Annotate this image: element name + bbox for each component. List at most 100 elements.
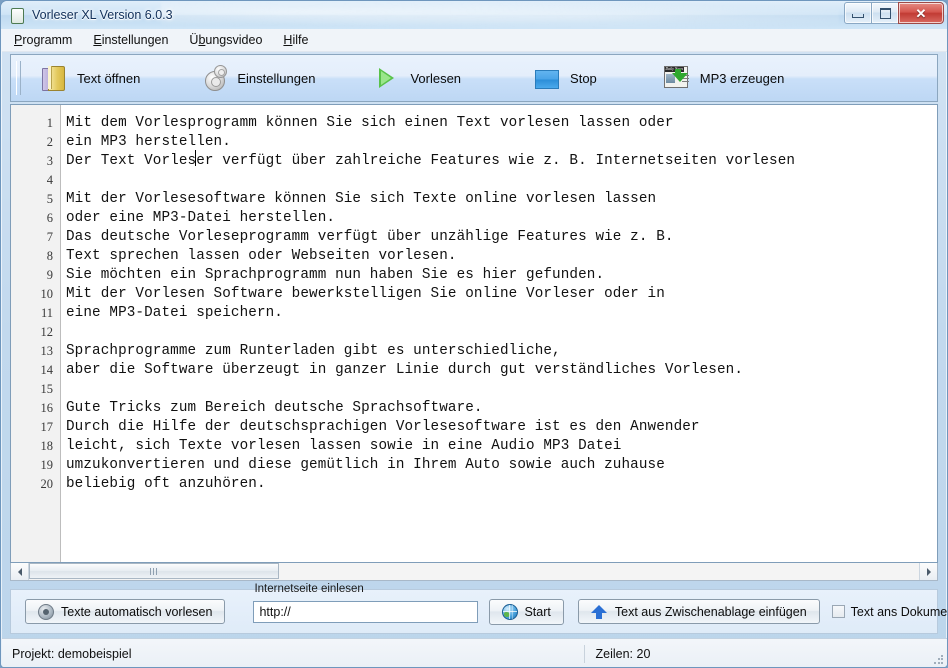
play-icon — [373, 64, 401, 92]
window-controls: ✕ — [845, 2, 944, 24]
line-number: 13 — [11, 342, 60, 361]
text-line[interactable] — [66, 171, 937, 190]
menu-item-einstellungen[interactable]: Einstellungen — [84, 31, 177, 50]
minimize-button[interactable] — [844, 2, 872, 24]
line-number: 9 — [11, 266, 60, 285]
text-line[interactable]: leicht, sich Texte vorlesen lassen sowie… — [66, 437, 937, 456]
line-number: 4 — [11, 171, 60, 190]
toolbar-label: Text öffnen — [77, 71, 140, 86]
scroll-left-button[interactable] — [11, 563, 29, 580]
line-number: 3 — [11, 152, 60, 171]
line-number: 16 — [11, 399, 60, 418]
text-line[interactable]: Mit der Vorlesesoftware können Sie sich … — [66, 190, 937, 209]
scroll-right-button[interactable] — [919, 563, 937, 580]
scrollbar-thumb[interactable] — [29, 563, 279, 579]
text-line[interactable] — [66, 380, 937, 399]
resize-grip-icon[interactable] — [933, 654, 944, 665]
append-to-document-label: Text ans Dokument anhängen — [851, 605, 948, 619]
status-project: Projekt: demobeispiel — [12, 647, 132, 661]
close-icon: ✕ — [916, 7, 927, 20]
line-number: 2 — [11, 133, 60, 152]
text-caret — [195, 150, 196, 166]
url-input[interactable]: http:// — [253, 601, 478, 623]
line-number: 12 — [11, 323, 60, 342]
stop-icon — [533, 64, 561, 92]
toolbar-label: Einstellungen — [237, 71, 315, 86]
start-button[interactable]: Start — [489, 599, 563, 625]
status-bar: Projekt: demobeispiel Zeilen: 20 — [2, 638, 948, 668]
window-title: Vorleser XL Version 6.0.3 — [32, 8, 173, 22]
thumb-grip-icon — [150, 568, 159, 575]
scrollbar-track[interactable] — [29, 563, 919, 580]
append-to-document-checkbox-group[interactable]: Text ans Dokument anhängen — [832, 605, 948, 619]
text-line[interactable]: Sie möchten ein Sprachprogramm nun haben… — [66, 266, 937, 285]
toolbar-button-einstellungen[interactable]: Einstellungen — [190, 58, 325, 98]
text-line[interactable]: Gute Tricks zum Bereich deutsche Sprachs… — [66, 399, 937, 418]
auto-read-button[interactable]: Texte automatisch vorlesen — [25, 599, 225, 624]
text-line[interactable]: Mit dem Vorlesprogramm können Sie sich e… — [66, 114, 937, 133]
line-number: 17 — [11, 418, 60, 437]
text-editor[interactable]: 1234567891011121314151617181920 Mit dem … — [10, 104, 938, 563]
url-label: Internetseite einlesen — [254, 583, 363, 595]
line-number: 6 — [11, 209, 60, 228]
menu-item-ubungsvideo[interactable]: Übungsvideo — [180, 31, 271, 50]
line-number: 15 — [11, 380, 60, 399]
toolbar-label: Vorlesen — [410, 71, 461, 86]
title-bar: Vorleser XL Version 6.0.3 ✕ — [1, 1, 948, 29]
start-label: Start — [524, 605, 550, 619]
close-button[interactable]: ✕ — [898, 2, 944, 24]
text-line[interactable]: Text sprechen lassen oder Webseiten vorl… — [66, 247, 937, 266]
menu-item-programm[interactable]: PProgrammrogramm — [5, 31, 81, 50]
line-number: 20 — [11, 475, 60, 494]
gear-icon — [200, 64, 228, 92]
toolbar-label: Stop — [570, 71, 597, 86]
globe-icon — [502, 604, 518, 620]
text-line[interactable]: oder eine MP3-Datei herstellen. — [66, 209, 937, 228]
text-line[interactable]: Mit der Vorlesen Software bewerkstellige… — [66, 285, 937, 304]
auto-read-label: Texte automatisch vorlesen — [61, 605, 212, 619]
line-number: 8 — [11, 247, 60, 266]
application-window: Vorleser XL Version 6.0.3 ✕ PProgrammrog… — [0, 0, 948, 668]
line-number: 5 — [11, 190, 60, 209]
status-line-count: Zeilen: 20 — [596, 647, 651, 661]
url-input-group: Internetseite einlesen http:// — [253, 601, 478, 623]
horizontal-scrollbar[interactable] — [10, 563, 938, 581]
text-content-area[interactable]: Mit dem Vorlesprogramm können Sie sich e… — [61, 105, 937, 562]
line-number-gutter: 1234567891011121314151617181920 — [11, 105, 61, 562]
minimize-icon — [852, 14, 864, 18]
text-line[interactable]: Der Text Vorleser verfügt über zahlreich… — [66, 152, 937, 171]
paste-clipboard-button[interactable]: Text aus Zwischenablage einfügen — [578, 599, 820, 624]
append-to-document-checkbox[interactable] — [832, 605, 845, 618]
toolbar-button-stop[interactable]: Stop — [523, 58, 607, 98]
up-arrow-icon — [591, 604, 607, 620]
app-document-icon — [9, 7, 25, 23]
text-line[interactable]: Das deutsche Vorleseprogramm verfügt übe… — [66, 228, 937, 247]
line-number: 10 — [11, 285, 60, 304]
line-number: 18 — [11, 437, 60, 456]
maximize-button[interactable] — [871, 2, 899, 24]
maximize-icon — [880, 8, 891, 19]
toolbar-button-mp3-erzeugen[interactable]: Daily News MP3 erzeugen — [653, 58, 795, 98]
status-separator — [584, 645, 585, 663]
text-line[interactable]: Durch die Hilfe der deutschsprachigen Vo… — [66, 418, 937, 437]
arrow-left-icon — [18, 568, 22, 576]
text-line[interactable]: aber die Software überzeugt in ganzer Li… — [66, 361, 937, 380]
toolbar-button-vorlesen[interactable]: Vorlesen — [363, 58, 471, 98]
text-line[interactable]: beliebig oft anzuhören. — [66, 475, 937, 494]
text-line[interactable]: eine MP3-Datei speichern. — [66, 304, 937, 323]
toolbar: Text öffnen Einstellungen Vorlesen Stop … — [10, 54, 938, 102]
toolbar-button-text-oeffnen[interactable]: Text öffnen — [30, 58, 150, 98]
toolbar-grip[interactable] — [16, 61, 21, 95]
menu-bar: PProgrammrogramm Einstellungen Übungsvid… — [2, 29, 948, 52]
line-number: 19 — [11, 456, 60, 475]
text-line[interactable]: Sprachprogramme zum Runterladen gibt es … — [66, 342, 937, 361]
menu-item-hilfe[interactable]: Hilfe — [274, 31, 317, 50]
text-line[interactable]: ein MP3 herstellen. — [66, 133, 937, 152]
bottom-control-panel: Texte automatisch vorlesen Internetseite… — [10, 589, 938, 634]
arrow-right-icon — [927, 568, 931, 576]
text-line[interactable]: umzukonvertieren und diese gemütlich in … — [66, 456, 937, 475]
paste-clipboard-label: Text aus Zwischenablage einfügen — [615, 605, 807, 619]
newspaper-download-icon: Daily News — [663, 64, 691, 92]
text-line[interactable] — [66, 323, 937, 342]
line-number: 1 — [11, 114, 60, 133]
